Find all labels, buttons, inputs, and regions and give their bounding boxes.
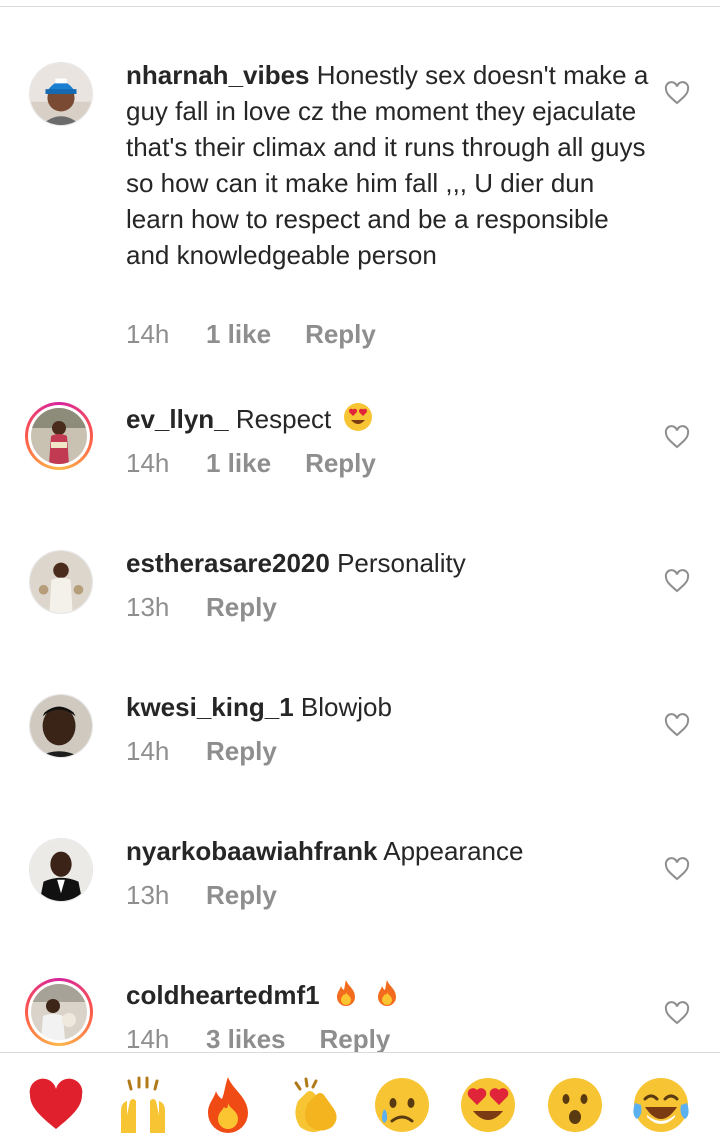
comment-username[interactable]: nyarkobaawiahfrank (126, 836, 377, 866)
reply-button[interactable]: Reply (305, 318, 376, 350)
quick-reaction-bar (0, 1053, 720, 1148)
comment-username[interactable]: ev_llyn_ (126, 404, 229, 434)
comment-likes[interactable]: 1 like (206, 447, 271, 479)
comment-time: 14h (126, 319, 170, 349)
comment-username[interactable]: coldheartedmf1 (126, 980, 320, 1010)
fire-emoji (372, 978, 402, 1008)
avatar[interactable] (29, 62, 93, 126)
comment-time: 13h (126, 880, 170, 910)
tears-of-joy-emoji-button[interactable] (631, 1075, 691, 1135)
reply-button[interactable]: Reply (305, 447, 376, 479)
heart-icon[interactable] (664, 857, 690, 881)
heart-icon[interactable] (664, 81, 690, 105)
comment-username[interactable]: estherasare2020 (126, 548, 330, 578)
comment-time: 14h (126, 1024, 170, 1054)
fire-emoji-button[interactable] (198, 1075, 258, 1135)
avatar[interactable] (29, 694, 93, 758)
raising-hands-emoji-button[interactable] (113, 1075, 173, 1135)
comment-text: Appearance (383, 836, 524, 866)
avatar[interactable] (29, 550, 93, 614)
heart-icon[interactable] (664, 713, 690, 737)
comment-likes[interactable]: 3 likes (206, 1023, 286, 1055)
heart-eyes-emoji (343, 402, 373, 432)
comments-screen: nharnah_vibes Honestly sex doesn't make … (0, 0, 720, 1148)
comment-username[interactable]: kwesi_king_1 (126, 692, 294, 722)
sad-sweat-face-emoji-button[interactable] (372, 1075, 432, 1135)
comment-time: 14h (126, 448, 170, 478)
red-heart-emoji-button[interactable] (26, 1075, 86, 1135)
comment-likes[interactable]: 1 like (206, 318, 271, 350)
avatar[interactable] (29, 838, 93, 902)
comment-text: Honestly sex doesn't make a guy fall in … (126, 60, 649, 270)
heart-eyes-emoji-button[interactable] (458, 1075, 518, 1135)
comment-time: 14h (126, 736, 170, 766)
surprised-face-emoji-button[interactable] (545, 1075, 605, 1135)
heart-icon[interactable] (664, 1001, 690, 1025)
comment-text: Personality (337, 548, 466, 578)
reply-button[interactable]: Reply (320, 1023, 391, 1055)
comment-username[interactable]: nharnah_vibes (126, 60, 310, 90)
clapping-hands-emoji-button[interactable] (286, 1075, 346, 1135)
comment-text: Blowjob (300, 692, 392, 722)
fire-emoji (331, 978, 361, 1008)
comment-text: Respect (235, 404, 332, 434)
reply-button[interactable]: Reply (206, 735, 277, 767)
heart-icon[interactable] (664, 569, 690, 593)
avatar[interactable] (25, 402, 93, 470)
comment-time: 13h (126, 592, 170, 622)
reply-button[interactable]: Reply (206, 879, 277, 911)
heart-icon[interactable] (664, 425, 690, 449)
reply-button[interactable]: Reply (206, 591, 277, 623)
avatar[interactable] (25, 978, 93, 1046)
top-divider (0, 6, 720, 7)
